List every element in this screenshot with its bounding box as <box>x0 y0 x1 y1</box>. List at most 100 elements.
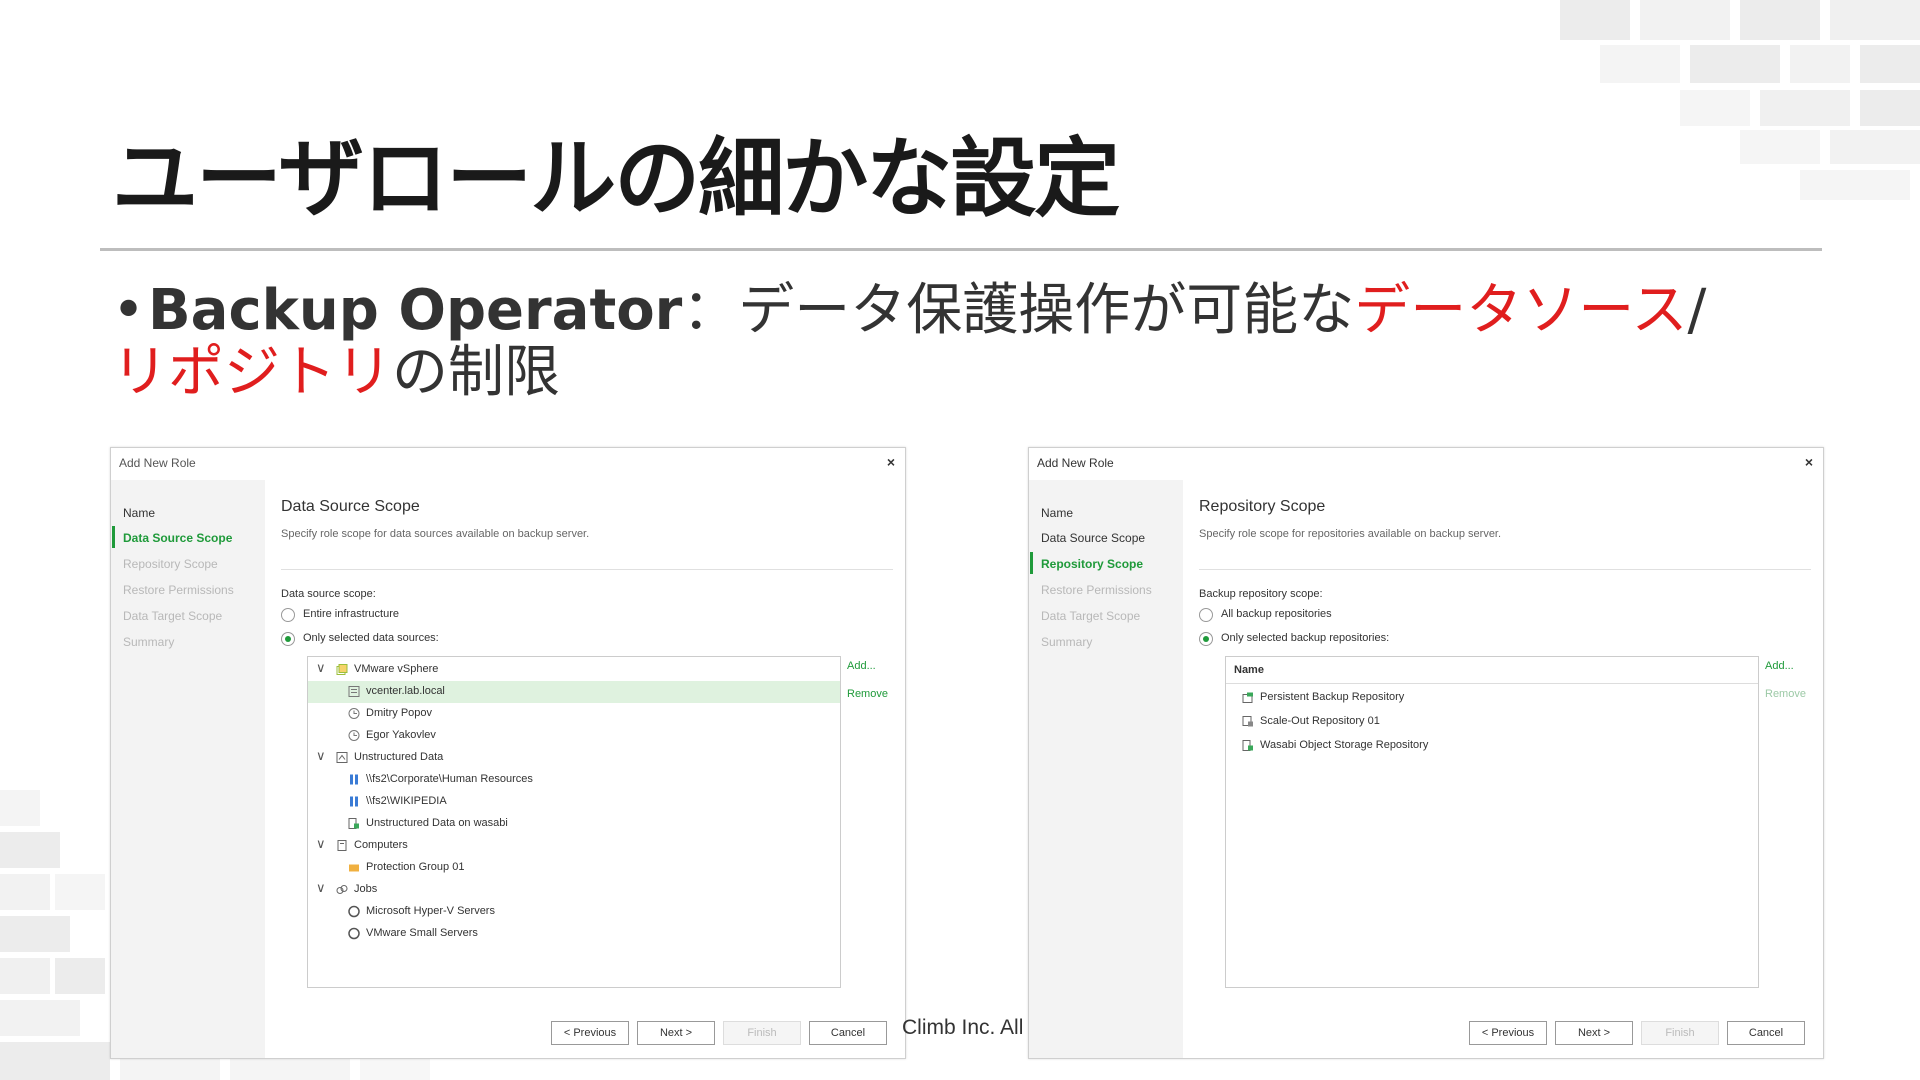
step-data-source-scope[interactable]: Data Source Scope <box>1041 531 1145 545</box>
header-divider <box>281 569 893 570</box>
active-step-indicator <box>112 526 115 548</box>
object-storage-icon <box>1242 740 1253 751</box>
finish-button[interactable]: Finish <box>723 1021 801 1045</box>
tree-row[interactable]: Protection Group 01 <box>308 857 840 879</box>
computer-icon <box>337 840 347 851</box>
vm-icon <box>348 730 360 741</box>
remove-link[interactable]: Remove <box>1765 688 1806 700</box>
cancel-button[interactable]: Cancel <box>809 1021 887 1045</box>
tree-row[interactable]: Unstructured Data on wasabi <box>308 813 840 835</box>
share-icon <box>350 774 358 785</box>
add-new-role-dialog-data-source: Add New Role × Name Data Source Scope Re… <box>110 447 906 1059</box>
step-data-target-scope[interactable]: Data Target Scope <box>1041 609 1140 623</box>
step-name[interactable]: Name <box>123 506 155 520</box>
previous-button[interactable]: < Previous <box>1469 1021 1547 1045</box>
vm-icon <box>348 708 360 719</box>
tree-row[interactable]: Egor Yakovlev <box>308 725 840 747</box>
next-button[interactable]: Next > <box>1555 1021 1633 1045</box>
footer-copyright: Climb Inc. All <box>902 1016 1024 1039</box>
job-icon <box>348 905 360 918</box>
radio-all-repositories[interactable] <box>1199 608 1213 622</box>
step-summary[interactable]: Summary <box>123 635 174 649</box>
step-summary[interactable]: Summary <box>1041 635 1092 649</box>
close-icon[interactable]: × <box>1805 454 1813 470</box>
add-new-role-dialog-repository: Add New Role × Name Data Source Scope Re… <box>1028 447 1824 1059</box>
list-item[interactable]: Persistent Backup Repository <box>1226 687 1758 709</box>
tree-row[interactable]: ∨ Jobs <box>308 879 840 901</box>
wizard-steps: Name Data Source Scope Repository Scope … <box>1029 480 1183 1058</box>
step-data-source-scope[interactable]: Data Source Scope <box>123 531 232 545</box>
job-icon <box>348 927 360 940</box>
bullet-point: •Backup Operator：データ保護操作が可能なデータソース/ リポジトリ… <box>112 280 1752 404</box>
title-divider <box>100 248 1822 251</box>
scaleout-repository-icon <box>1242 716 1253 727</box>
role-name: Backup Operator <box>148 278 683 343</box>
radio-label-only-selected: Only selected backup repositories: <box>1221 632 1390 644</box>
scope-label: Data source scope: <box>281 588 376 600</box>
dialog-title: Add New Role <box>1037 456 1114 470</box>
finish-button[interactable]: Finish <box>1641 1021 1719 1045</box>
active-step-indicator <box>1030 552 1033 574</box>
bullet-dot: • <box>112 278 146 343</box>
list-item[interactable]: Scale-Out Repository 01 <box>1226 711 1758 733</box>
chevron-down-icon[interactable]: ∨ <box>316 660 326 676</box>
previous-button[interactable]: < Previous <box>551 1021 629 1045</box>
data-source-tree[interactable]: ∨ VMware vSphere vcenter.lab.local Dmitr… <box>307 656 841 988</box>
page-subtitle: Specify role scope for data sources avai… <box>281 528 590 540</box>
radio-entire-infrastructure[interactable] <box>281 608 295 622</box>
tree-row[interactable]: ∨ Unstructured Data <box>308 747 840 769</box>
step-name[interactable]: Name <box>1041 506 1073 520</box>
object-storage-icon <box>348 818 359 829</box>
step-restore-permissions[interactable]: Restore Permissions <box>1041 583 1152 597</box>
tree-row[interactable]: Microsoft Hyper-V Servers <box>308 901 840 923</box>
repository-list[interactable]: Name Persistent Backup Repository Scale-… <box>1225 656 1759 988</box>
page-heading: Repository Scope <box>1199 498 1326 515</box>
add-link[interactable]: Add... <box>1765 660 1794 672</box>
bullet-slash: / <box>1687 278 1707 343</box>
page-heading: Data Source Scope <box>281 498 420 515</box>
column-header-name[interactable]: Name <box>1226 657 1758 684</box>
radio-label-all: All backup repositories <box>1221 608 1332 620</box>
chevron-down-icon[interactable]: ∨ <box>316 880 326 896</box>
add-link[interactable]: Add... <box>847 660 876 672</box>
tree-row[interactable]: VMware Small Servers <box>308 923 840 945</box>
jobs-icon <box>336 885 348 894</box>
radio-only-selected[interactable] <box>281 632 295 646</box>
tree-row[interactable]: \\fs2\Corporate\Human Resources <box>308 769 840 791</box>
share-icon <box>350 796 358 807</box>
chevron-down-icon[interactable]: ∨ <box>316 748 326 764</box>
repository-icon <box>1242 692 1253 703</box>
wizard-steps: Name Data Source Scope Repository Scope … <box>111 480 265 1058</box>
step-repository-scope[interactable]: Repository Scope <box>123 557 218 571</box>
next-button[interactable]: Next > <box>637 1021 715 1045</box>
highlight-repository: リポジトリ <box>112 340 392 405</box>
tree-row[interactable]: Dmitry Popov <box>308 703 840 725</box>
tree-row-selected[interactable]: vcenter.lab.local <box>308 681 840 703</box>
step-restore-permissions[interactable]: Restore Permissions <box>123 583 234 597</box>
page-subtitle: Specify role scope for repositories avai… <box>1199 528 1502 540</box>
vsphere-icon <box>336 664 348 675</box>
bullet-tail: の制限 <box>392 340 560 405</box>
header-divider <box>1199 569 1811 570</box>
highlight-data-source: データソース <box>1354 278 1688 343</box>
radio-label-entire: Entire infrastructure <box>303 608 399 620</box>
list-item[interactable]: Wasabi Object Storage Repository <box>1226 735 1758 757</box>
radio-label-only-selected: Only selected data sources: <box>303 632 439 644</box>
step-repository-scope[interactable]: Repository Scope <box>1041 557 1143 571</box>
radio-only-selected[interactable] <box>1199 632 1213 646</box>
step-data-target-scope[interactable]: Data Target Scope <box>123 609 222 623</box>
cancel-button[interactable]: Cancel <box>1727 1021 1805 1045</box>
bullet-text: ：データ保護操作が可能な <box>682 278 1355 343</box>
tree-row[interactable]: \\fs2\WIKIPEDIA <box>308 791 840 813</box>
remove-link[interactable]: Remove <box>847 688 888 700</box>
chevron-down-icon[interactable]: ∨ <box>316 836 326 852</box>
close-icon[interactable]: × <box>887 454 895 470</box>
unstructured-icon <box>336 752 348 763</box>
vcenter-icon <box>348 686 360 697</box>
tree-row[interactable]: ∨ VMware vSphere <box>308 659 840 681</box>
scope-label: Backup repository scope: <box>1199 588 1323 600</box>
folder-icon <box>349 864 359 872</box>
tree-row[interactable]: ∨ Computers <box>308 835 840 857</box>
dialog-title: Add New Role <box>119 456 196 470</box>
slide-title: ユーザロールの細かな設定 <box>112 129 1120 229</box>
